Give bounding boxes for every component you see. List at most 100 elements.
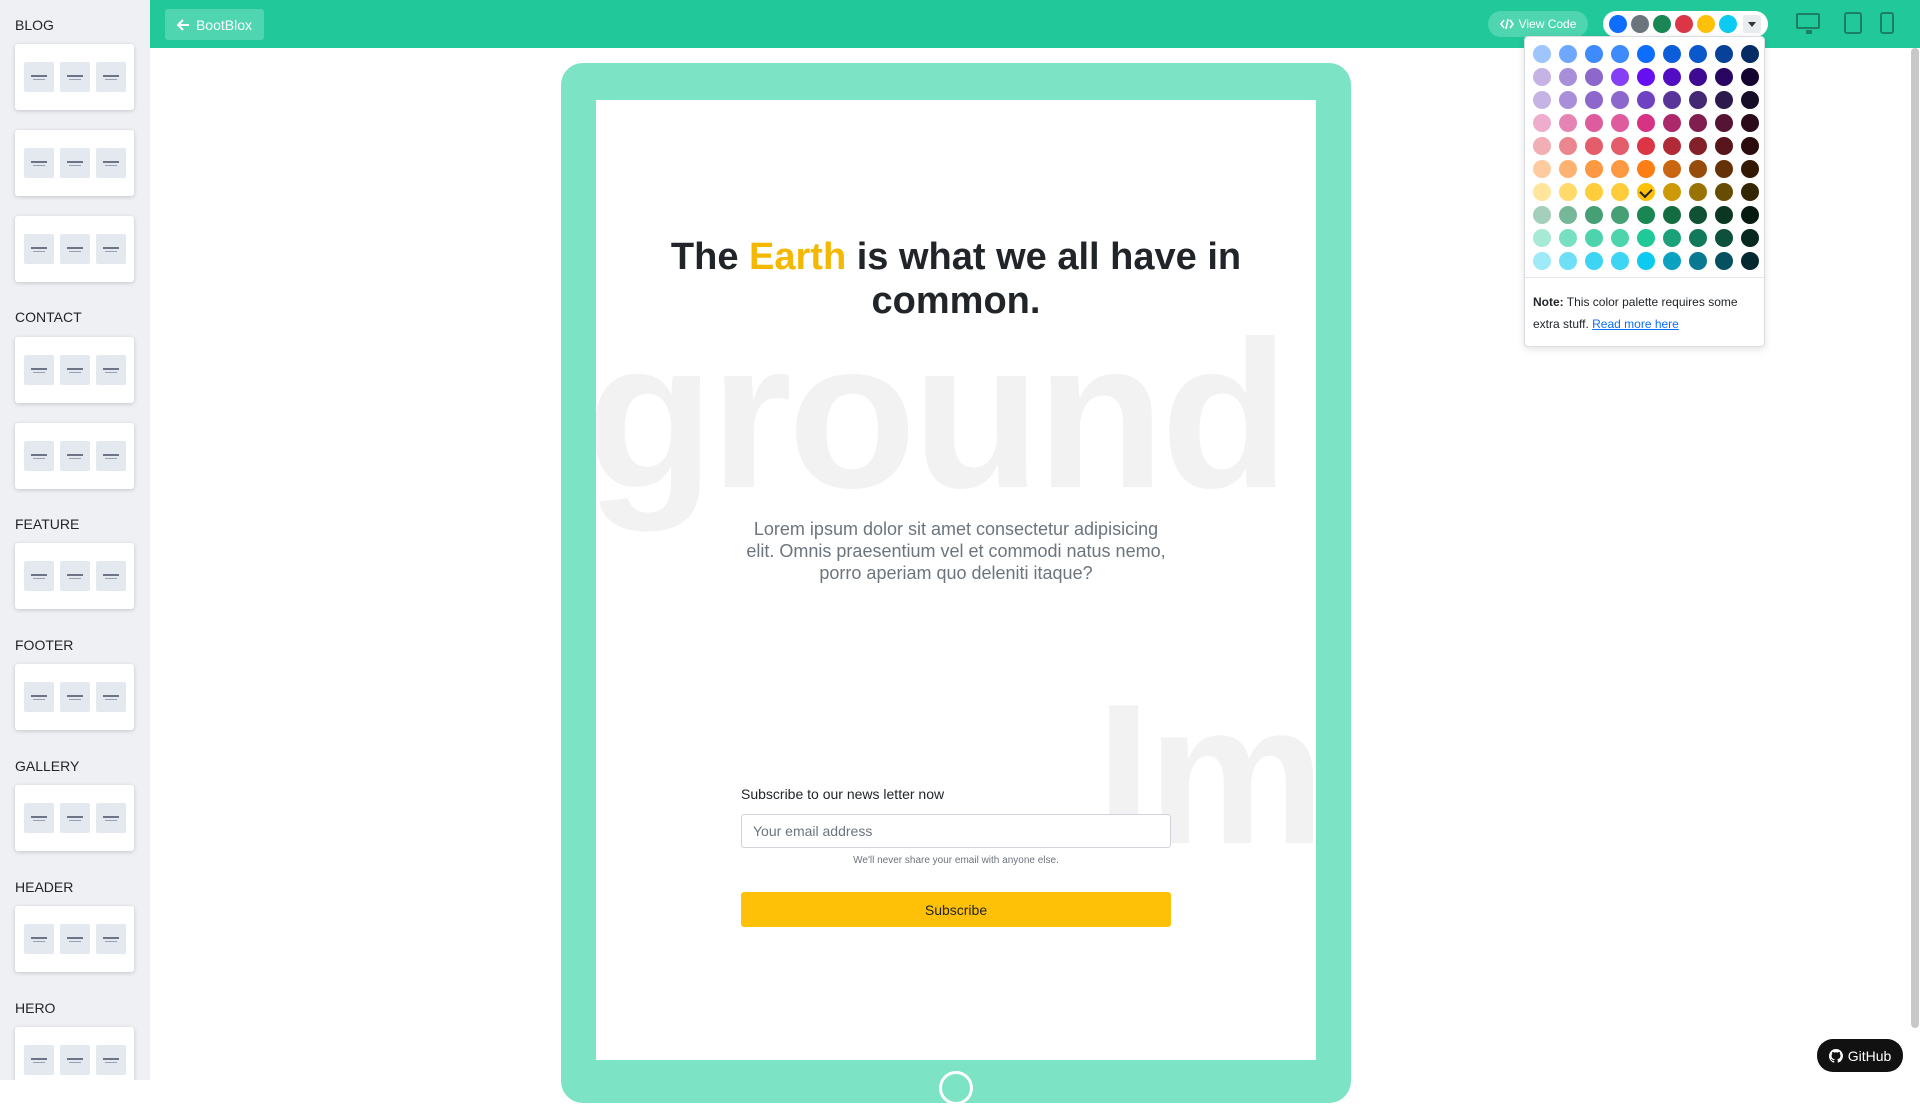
palette-color-swatch[interactable] bbox=[1611, 229, 1629, 247]
palette-color-swatch[interactable] bbox=[1689, 68, 1707, 86]
palette-color-swatch[interactable] bbox=[1689, 160, 1707, 178]
palette-color-swatch[interactable] bbox=[1611, 45, 1629, 63]
palette-color-swatch[interactable] bbox=[1533, 137, 1551, 155]
palette-color-swatch[interactable] bbox=[1559, 206, 1577, 224]
gallery-block-thumb[interactable] bbox=[15, 785, 134, 851]
palette-color-swatch[interactable] bbox=[1533, 114, 1551, 132]
palette-color-swatch[interactable] bbox=[1533, 206, 1551, 224]
palette-color-swatch[interactable] bbox=[1663, 114, 1681, 132]
palette-color-swatch[interactable] bbox=[1715, 68, 1733, 86]
blog-block-thumb[interactable] bbox=[15, 130, 134, 196]
palette-color-swatch[interactable] bbox=[1611, 114, 1629, 132]
palette-color-swatch[interactable] bbox=[1611, 160, 1629, 178]
palette-color-swatch[interactable] bbox=[1585, 160, 1603, 178]
palette-color-swatch[interactable] bbox=[1585, 91, 1603, 109]
desktop-icon[interactable] bbox=[1796, 13, 1820, 34]
page-scrollbar[interactable] bbox=[1911, 48, 1919, 1028]
palette-color-swatch[interactable] bbox=[1741, 229, 1759, 247]
palette-color-swatch[interactable] bbox=[1637, 160, 1655, 178]
palette-color-swatch[interactable] bbox=[1559, 252, 1577, 270]
palette-color-swatch[interactable] bbox=[1533, 91, 1551, 109]
palette-color-swatch[interactable] bbox=[1663, 91, 1681, 109]
palette-color-swatch[interactable] bbox=[1741, 114, 1759, 132]
palette-color-swatch[interactable] bbox=[1715, 206, 1733, 224]
palette-color-swatch[interactable] bbox=[1637, 68, 1655, 86]
palette-color-swatch[interactable] bbox=[1559, 160, 1577, 178]
palette-color-swatch[interactable] bbox=[1715, 91, 1733, 109]
theme-color-picker[interactable] bbox=[1603, 11, 1768, 37]
github-button[interactable]: GitHub bbox=[1817, 1039, 1903, 1072]
theme-swatch[interactable] bbox=[1653, 15, 1671, 33]
palette-color-swatch[interactable] bbox=[1741, 183, 1759, 201]
feature-block-thumb[interactable] bbox=[15, 543, 134, 609]
palette-color-swatch[interactable] bbox=[1689, 45, 1707, 63]
contact-block-thumb[interactable] bbox=[15, 337, 134, 403]
palette-color-swatch[interactable] bbox=[1741, 206, 1759, 224]
palette-color-swatch[interactable] bbox=[1559, 137, 1577, 155]
palette-color-swatch[interactable] bbox=[1533, 45, 1551, 63]
palette-color-swatch[interactable] bbox=[1585, 68, 1603, 86]
palette-color-swatch[interactable] bbox=[1533, 229, 1551, 247]
palette-color-swatch[interactable] bbox=[1637, 114, 1655, 132]
palette-color-swatch[interactable] bbox=[1689, 252, 1707, 270]
palette-color-swatch[interactable] bbox=[1533, 68, 1551, 86]
palette-color-swatch[interactable] bbox=[1637, 183, 1655, 201]
palette-color-swatch[interactable] bbox=[1533, 160, 1551, 178]
palette-color-swatch[interactable] bbox=[1585, 252, 1603, 270]
palette-color-swatch[interactable] bbox=[1637, 229, 1655, 247]
tablet-icon[interactable] bbox=[1844, 12, 1862, 34]
subscribe-button[interactable]: Subscribe bbox=[741, 892, 1171, 927]
palette-color-swatch[interactable] bbox=[1637, 206, 1655, 224]
palette-color-swatch[interactable] bbox=[1611, 68, 1629, 86]
palette-color-swatch[interactable] bbox=[1715, 252, 1733, 270]
back-button[interactable]: BootBlox bbox=[165, 9, 264, 40]
palette-color-swatch[interactable] bbox=[1715, 160, 1733, 178]
palette-color-swatch[interactable] bbox=[1533, 252, 1551, 270]
palette-color-swatch[interactable] bbox=[1715, 114, 1733, 132]
palette-color-swatch[interactable] bbox=[1689, 229, 1707, 247]
palette-color-swatch[interactable] bbox=[1637, 45, 1655, 63]
palette-color-swatch[interactable] bbox=[1663, 68, 1681, 86]
palette-color-swatch[interactable] bbox=[1559, 91, 1577, 109]
palette-color-swatch[interactable] bbox=[1689, 183, 1707, 201]
palette-color-swatch[interactable] bbox=[1637, 137, 1655, 155]
palette-color-swatch[interactable] bbox=[1611, 206, 1629, 224]
palette-color-swatch[interactable] bbox=[1715, 137, 1733, 155]
palette-color-swatch[interactable] bbox=[1715, 229, 1733, 247]
palette-color-swatch[interactable] bbox=[1741, 91, 1759, 109]
palette-color-swatch[interactable] bbox=[1689, 137, 1707, 155]
palette-color-swatch[interactable] bbox=[1559, 45, 1577, 63]
palette-color-swatch[interactable] bbox=[1741, 68, 1759, 86]
palette-color-swatch[interactable] bbox=[1741, 160, 1759, 178]
palette-color-swatch[interactable] bbox=[1741, 45, 1759, 63]
palette-color-swatch[interactable] bbox=[1689, 91, 1707, 109]
palette-color-swatch[interactable] bbox=[1741, 252, 1759, 270]
palette-color-swatch[interactable] bbox=[1663, 137, 1681, 155]
palette-color-swatch[interactable] bbox=[1637, 91, 1655, 109]
palette-color-swatch[interactable] bbox=[1715, 183, 1733, 201]
chevron-down-icon[interactable] bbox=[1743, 15, 1761, 33]
palette-color-swatch[interactable] bbox=[1585, 114, 1603, 132]
palette-color-swatch[interactable] bbox=[1533, 183, 1551, 201]
palette-color-swatch[interactable] bbox=[1663, 252, 1681, 270]
palette-color-swatch[interactable] bbox=[1663, 183, 1681, 201]
palette-color-swatch[interactable] bbox=[1559, 183, 1577, 201]
phone-icon[interactable] bbox=[1880, 12, 1894, 34]
palette-color-swatch[interactable] bbox=[1611, 183, 1629, 201]
hero-block-thumb[interactable] bbox=[15, 1027, 134, 1080]
palette-color-swatch[interactable] bbox=[1611, 252, 1629, 270]
palette-color-swatch[interactable] bbox=[1741, 137, 1759, 155]
palette-color-swatch[interactable] bbox=[1689, 206, 1707, 224]
email-field[interactable] bbox=[741, 814, 1171, 848]
view-code-button[interactable]: View Code bbox=[1488, 11, 1588, 37]
palette-color-swatch[interactable] bbox=[1637, 252, 1655, 270]
palette-color-swatch[interactable] bbox=[1611, 137, 1629, 155]
theme-swatch[interactable] bbox=[1609, 15, 1627, 33]
palette-color-swatch[interactable] bbox=[1559, 68, 1577, 86]
contact-block-thumb[interactable] bbox=[15, 423, 134, 489]
palette-color-swatch[interactable] bbox=[1585, 206, 1603, 224]
palette-color-swatch[interactable] bbox=[1585, 45, 1603, 63]
palette-color-swatch[interactable] bbox=[1663, 229, 1681, 247]
palette-color-swatch[interactable] bbox=[1559, 114, 1577, 132]
read-more-link[interactable]: Read more here bbox=[1592, 317, 1679, 331]
